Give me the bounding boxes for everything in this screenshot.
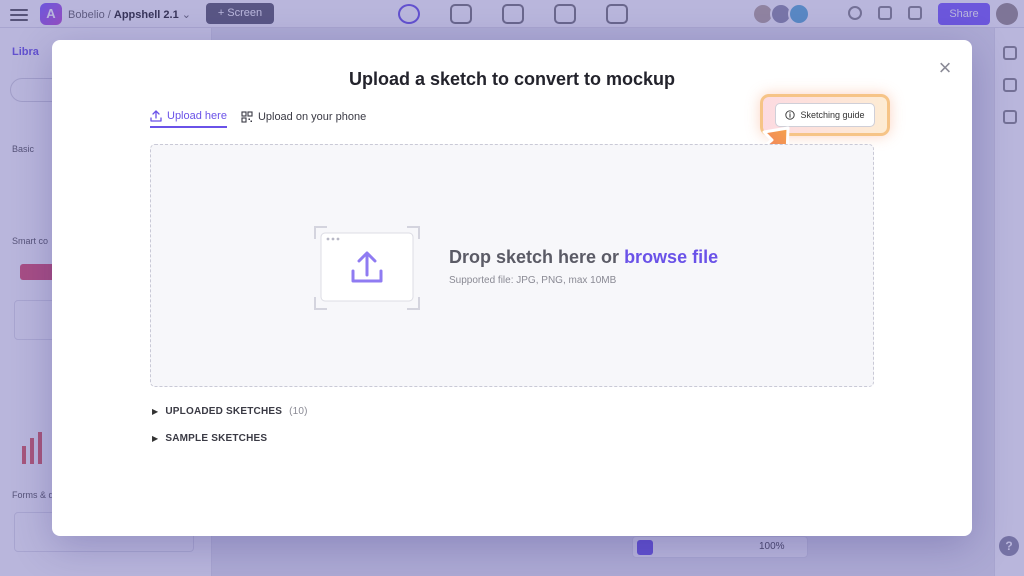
section-label: UPLOADED SKETCHES <box>165 406 283 417</box>
upload-tray-icon <box>314 226 420 310</box>
close-icon[interactable]: × <box>934 57 956 79</box>
uploaded-sketches-toggle[interactable]: ▶ UPLOADED SKETCHES (10) <box>152 406 308 417</box>
supported-file-note: Supported file: JPG, PNG, max 10MB <box>449 275 617 286</box>
tab-upload-on-phone[interactable]: Upload on your phone <box>241 106 366 128</box>
info-icon <box>785 110 796 120</box>
upload-icon <box>150 110 162 122</box>
tab-label: Upload here <box>167 110 227 122</box>
upload-tabs: Upload here Upload on your phone <box>150 106 366 128</box>
caret-right-icon: ▶ <box>152 434 159 443</box>
upload-sketch-modal: Upload a sketch to convert to mockup × U… <box>52 40 972 536</box>
browse-file-link[interactable]: browse file <box>624 247 718 267</box>
qr-code-icon <box>241 111 253 123</box>
uploaded-sketches-count: (10) <box>289 406 308 417</box>
modal-title: Upload a sketch to convert to mockup <box>348 69 676 89</box>
sketching-guide-label: Sketching guide <box>800 110 865 120</box>
dropzone-lead-text: Drop sketch here or <box>449 247 625 267</box>
sketch-dropzone[interactable]: Drop sketch here or browse file Supporte… <box>150 144 874 387</box>
tab-label: Upload on your phone <box>257 111 367 123</box>
tab-upload-here[interactable]: Upload here <box>150 106 227 128</box>
section-label: SAMPLE SKETCHES <box>165 433 268 444</box>
dropzone-heading: Drop sketch here or browse file <box>449 247 718 268</box>
sample-sketches-toggle[interactable]: ▶ SAMPLE SKETCHES <box>152 433 267 444</box>
caret-right-icon: ▶ <box>152 407 159 416</box>
